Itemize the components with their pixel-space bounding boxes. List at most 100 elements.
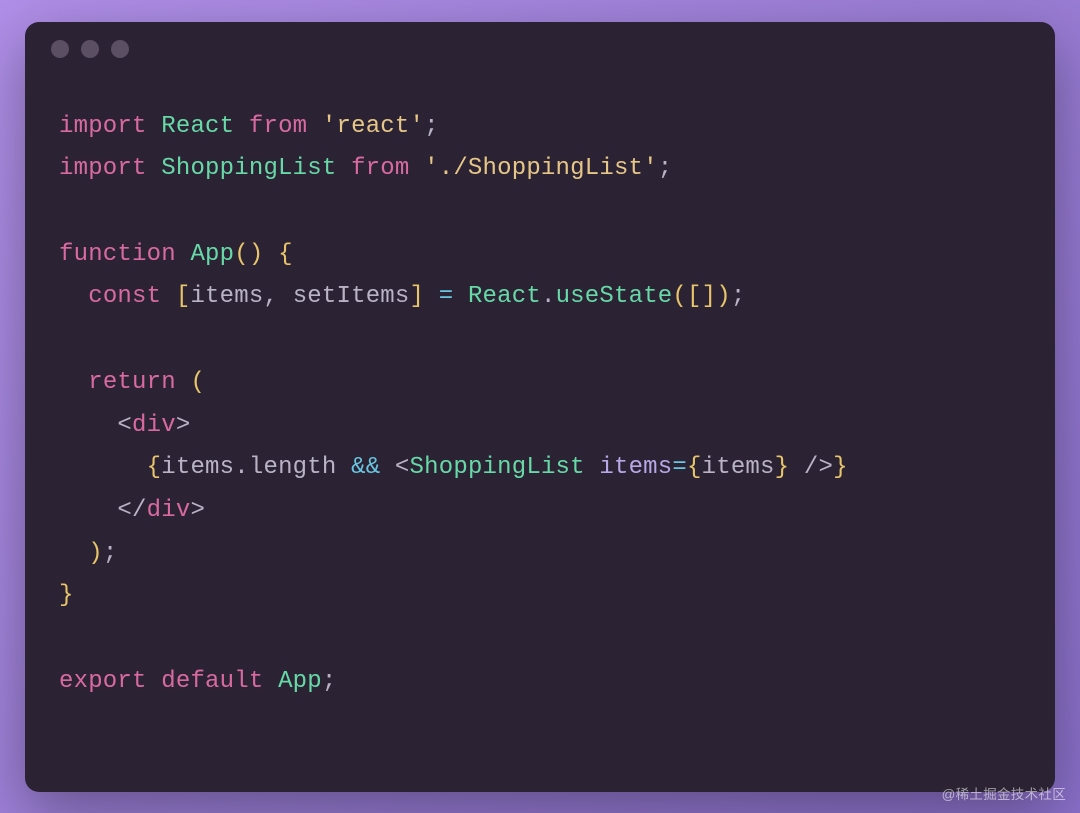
code-token: div (132, 412, 176, 439)
code-line (59, 618, 1021, 661)
code-token: ([]) (672, 283, 730, 310)
code-token: { (278, 241, 293, 268)
code-token: < (117, 412, 132, 439)
code-token (147, 113, 162, 140)
code-line: } (59, 575, 1021, 618)
code-token: ( (190, 369, 205, 396)
code-token: ; (424, 113, 439, 140)
code-token (424, 283, 439, 310)
code-token: items (702, 454, 775, 481)
code-token: return (88, 369, 176, 396)
code-token: ) (88, 540, 103, 567)
code-token (176, 241, 191, 268)
code-line: {items.length && <ShoppingList items={it… (59, 447, 1021, 490)
code-token (59, 412, 117, 439)
code-token: . (541, 283, 556, 310)
code-token: { (147, 454, 162, 481)
code-token (380, 454, 395, 481)
code-line: ); (59, 533, 1021, 576)
code-token: [ (176, 283, 191, 310)
code-token (336, 155, 351, 182)
code-token: from (351, 155, 409, 182)
code-token: items (190, 283, 263, 310)
code-line: return ( (59, 362, 1021, 405)
code-token: ; (322, 668, 337, 695)
code-line: import ShoppingList from './ShoppingList… (59, 148, 1021, 191)
code-token: . (234, 454, 249, 481)
code-token (234, 113, 249, 140)
code-token: 'react' (322, 113, 424, 140)
code-token (59, 369, 88, 396)
window-control-minimize-icon[interactable] (81, 40, 99, 58)
code-token: ; (658, 155, 673, 182)
code-line: <div> (59, 405, 1021, 448)
code-token (59, 283, 88, 310)
code-token: > (176, 412, 191, 439)
code-token (585, 454, 600, 481)
window-control-maximize-icon[interactable] (111, 40, 129, 58)
code-token: , (263, 283, 278, 310)
code-token: /> (804, 454, 833, 481)
code-token (59, 454, 147, 481)
code-line: const [items, setItems] = React.useState… (59, 276, 1021, 319)
code-token (263, 668, 278, 695)
code-token: </ (117, 497, 146, 524)
code-token: React (468, 283, 541, 310)
code-token: const (88, 283, 161, 310)
code-token: && (351, 454, 380, 481)
code-token: ShoppingList (161, 155, 336, 182)
code-token (789, 454, 804, 481)
code-token (278, 283, 293, 310)
code-token: } (59, 582, 74, 609)
code-token: useState (556, 283, 673, 310)
code-token: './ShoppingList' (424, 155, 658, 182)
code-token (59, 497, 117, 524)
code-token: from (249, 113, 307, 140)
code-token: import (59, 113, 147, 140)
code-token: setItems (293, 283, 410, 310)
code-token: ShoppingList (410, 454, 585, 481)
code-token (176, 369, 191, 396)
code-token (147, 668, 162, 695)
code-token: App (190, 241, 234, 268)
code-token: ] (410, 283, 425, 310)
code-token (59, 540, 88, 567)
code-token: length (249, 454, 337, 481)
code-token: ; (731, 283, 746, 310)
code-line (59, 191, 1021, 234)
window-control-close-icon[interactable] (51, 40, 69, 58)
code-token: import (59, 155, 147, 182)
code-token: () (234, 241, 263, 268)
code-block: import React from 'react';import Shoppin… (25, 76, 1055, 738)
code-token: export (59, 668, 147, 695)
code-token (336, 454, 351, 481)
code-line: import React from 'react'; (59, 106, 1021, 149)
code-token: } (833, 454, 848, 481)
code-line: </div> (59, 490, 1021, 533)
code-token (410, 155, 425, 182)
code-window: import React from 'react';import Shoppin… (25, 22, 1055, 792)
code-token (161, 283, 176, 310)
code-token: } (775, 454, 790, 481)
code-token: = (672, 454, 687, 481)
code-token: { (687, 454, 702, 481)
window-titlebar (25, 22, 1055, 76)
code-token: React (161, 113, 234, 140)
code-token: items (599, 454, 672, 481)
watermark-text: @稀土掘金技术社区 (942, 783, 1066, 803)
code-token: function (59, 241, 176, 268)
code-token: < (395, 454, 410, 481)
code-token (147, 155, 162, 182)
code-line (59, 319, 1021, 362)
code-token (263, 241, 278, 268)
code-line: function App() { (59, 234, 1021, 277)
code-token (307, 113, 322, 140)
code-token: App (278, 668, 322, 695)
code-token: div (147, 497, 191, 524)
code-token: > (190, 497, 205, 524)
code-token: = (439, 283, 454, 310)
code-token: items (161, 454, 234, 481)
code-token (453, 283, 468, 310)
code-line: export default App; (59, 661, 1021, 704)
code-token: ; (103, 540, 118, 567)
